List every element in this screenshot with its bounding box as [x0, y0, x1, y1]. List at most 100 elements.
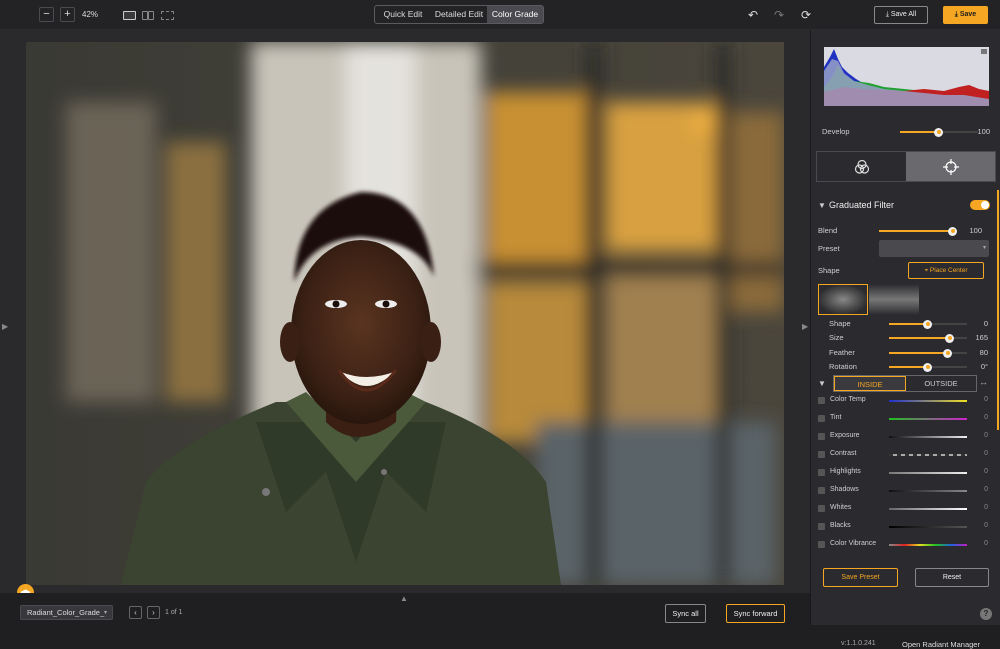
develop-slider-knob[interactable] [934, 127, 943, 137]
shape-radial-option[interactable] [818, 284, 868, 315]
side-by-side-view-icon-right [148, 11, 154, 20]
adjustment-label: Tint [830, 414, 842, 421]
tint-checkbox[interactable] [818, 415, 825, 422]
save-preset-button[interactable]: Save Preset [823, 568, 898, 587]
tab-color-grade[interactable]: Color Grade [487, 6, 543, 23]
rotation-value: 0° [980, 362, 988, 371]
rotation-slider[interactable] [889, 362, 967, 372]
preset-label: Preset [818, 244, 840, 253]
whites-checkbox[interactable] [818, 505, 825, 512]
adjustment-row-color-vibrance: Color Vibrance 0 [811, 536, 1000, 554]
place-center-button[interactable]: ⌖ Place Center [908, 262, 984, 279]
swap-icon[interactable]: ↔ [979, 377, 988, 387]
reset-icon[interactable]: ⟳ [801, 8, 811, 22]
develop-value: 100 [977, 127, 990, 136]
slider-label-size: Size [829, 333, 844, 342]
color-temp-slider[interactable] [889, 400, 967, 402]
redo-icon[interactable]: ↷ [774, 8, 784, 22]
open-radiant-manager-link[interactable]: Open Radiant Manager [902, 640, 980, 649]
color-temp-checkbox[interactable] [818, 397, 825, 404]
photo-preview[interactable] [26, 42, 784, 585]
histogram-graph [824, 47, 989, 106]
sync-forward-button[interactable]: Sync forward [726, 604, 785, 623]
section-title: Graduated Filter [829, 200, 895, 210]
adjustment-label: Exposure [830, 432, 860, 439]
single-view-icon[interactable] [123, 11, 136, 20]
blend-slider[interactable] [879, 226, 957, 236]
exposure-checkbox[interactable] [818, 433, 825, 440]
crosshair-icon [942, 158, 959, 175]
feather-value: 80 [979, 348, 988, 357]
adjustment-value: 0 [984, 504, 988, 511]
color-vibrance-checkbox[interactable] [818, 541, 825, 548]
contrast-checkbox[interactable] [818, 451, 825, 458]
blend-slider-knob[interactable] [948, 226, 957, 236]
exposure-slider[interactable] [889, 436, 967, 438]
mode-switcher [816, 151, 996, 182]
shape-linear-option[interactable] [869, 284, 919, 315]
adjustment-row-highlights: Highlights 0 [811, 464, 1000, 482]
reset-button[interactable]: Reset [915, 568, 989, 587]
collapse-section-icon[interactable]: ▼ [818, 201, 826, 210]
rotation-slider-knob[interactable] [923, 362, 932, 372]
inside-outside-switch: INSIDE OUTSIDE [833, 375, 977, 392]
size-slider-knob[interactable] [945, 333, 954, 343]
adjustment-value: 0 [984, 540, 988, 547]
sync-all-button[interactable]: Sync all [665, 604, 706, 623]
shadows-slider[interactable] [889, 490, 967, 492]
undo-icon[interactable]: ↶ [748, 8, 758, 22]
tint-slider[interactable] [889, 418, 967, 420]
slider-label-rotation: Rotation [829, 362, 857, 371]
preset-select[interactable]: Radiant_Color_Grade_ [20, 605, 113, 620]
save-all-button[interactable]: ⤓ Save All [874, 6, 928, 24]
inside-tab[interactable]: INSIDE [834, 376, 906, 391]
edit-mode-tabs: Quick Edit Detailed Edit Color Grade [374, 5, 544, 24]
left-panel-toggle-icon[interactable]: ▶ [2, 322, 8, 331]
local-adjust-mode-button[interactable] [906, 152, 995, 181]
shape-slider-knob[interactable] [923, 319, 932, 329]
zoom-in-button[interactable]: + [60, 7, 75, 22]
adjustment-value: 0 [984, 432, 988, 439]
page-count: 1 of 1 [165, 609, 183, 616]
adjustment-row-tint: Tint 0 [811, 410, 1000, 428]
highlights-slider[interactable] [889, 472, 967, 474]
graduated-filter-toggle[interactable] [970, 200, 990, 210]
version-label: v:1.1.0.241 [841, 640, 876, 647]
panel-scrollbar[interactable] [997, 190, 999, 430]
feather-slider-knob[interactable] [943, 348, 952, 358]
right-panel-toggle-icon[interactable]: ▶ [802, 322, 808, 331]
next-image-button[interactable]: › [147, 606, 160, 619]
preset-dropdown[interactable]: ▾ [879, 240, 989, 257]
size-value: 165 [975, 333, 988, 342]
adjustment-label: Color Temp [830, 396, 866, 403]
color-vibrance-slider[interactable] [889, 544, 967, 546]
highlights-checkbox[interactable] [818, 469, 825, 476]
shape-slider[interactable] [889, 319, 967, 329]
collapse-adjustments-icon[interactable]: ▼ [818, 379, 826, 388]
shadows-checkbox[interactable] [818, 487, 825, 494]
size-slider[interactable] [889, 333, 967, 343]
slider-label-shape: Shape [829, 319, 851, 328]
tab-detailed-edit[interactable]: Detailed Edit [431, 6, 487, 23]
whites-slider[interactable] [889, 508, 967, 510]
help-icon[interactable]: ? [980, 608, 992, 620]
adjustment-label: Contrast [830, 450, 857, 457]
save-button[interactable]: ⤓ Save [943, 6, 988, 24]
adjustment-row-blacks: Blacks 0 [811, 518, 1000, 536]
blacks-slider[interactable] [889, 526, 967, 528]
contrast-slider[interactable] [889, 454, 967, 456]
tab-quick-edit[interactable]: Quick Edit [375, 6, 431, 23]
adjustment-row-exposure: Exposure 0 [811, 428, 1000, 446]
color-mix-mode-button[interactable] [817, 152, 906, 181]
adjustment-label: Shadows [830, 486, 859, 493]
split-view-icon[interactable] [161, 11, 174, 20]
blacks-checkbox[interactable] [818, 523, 825, 530]
outside-tab[interactable]: OUTSIDE [906, 376, 976, 391]
prev-image-button[interactable]: ‹ [129, 606, 142, 619]
zoom-out-button[interactable]: − [39, 7, 54, 22]
feather-slider[interactable] [889, 348, 967, 358]
develop-slider[interactable] [900, 127, 978, 137]
adjustment-value: 0 [984, 450, 988, 457]
adjustment-label: Color Vibrance [830, 540, 877, 547]
filmstrip-toggle-icon[interactable]: ▲ [400, 594, 408, 603]
